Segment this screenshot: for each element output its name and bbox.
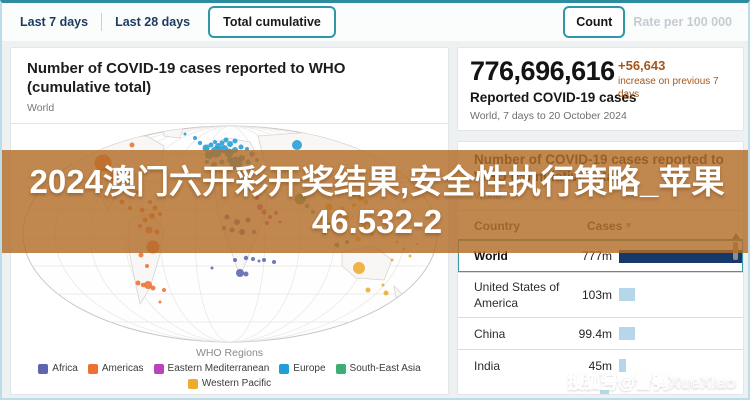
country-bubble[interactable]	[130, 143, 135, 148]
country-bubble[interactable]	[159, 301, 162, 304]
overlay-text-line1: 2024澳门六开彩开奖结果,安全性执行策略_苹果	[30, 162, 725, 202]
table-row[interactable]: China99.4m	[458, 317, 743, 349]
legend-swatch	[279, 364, 289, 374]
country-bubble[interactable]	[213, 140, 217, 144]
country-bubble[interactable]	[233, 139, 238, 144]
tab-last-28-days[interactable]: Last 28 days	[105, 8, 200, 36]
country-bubble[interactable]	[382, 284, 385, 287]
metric-rate-button[interactable]: Rate per 100 000	[625, 8, 740, 36]
legend-swatch	[38, 364, 48, 374]
cases-bar-track	[619, 288, 719, 301]
country-bubble[interactable]	[136, 281, 141, 286]
watermark-text: 搜狐号@雪鸮XueXiao	[567, 368, 736, 393]
map-card-title: Number of COVID-19 cases reported to WHO…	[27, 60, 432, 98]
country-bubble[interactable]	[353, 262, 365, 274]
metric-count-button[interactable]: Count	[563, 6, 625, 38]
country-bubble[interactable]	[272, 260, 276, 264]
legend-item-africa[interactable]: Africa	[38, 363, 78, 374]
country-bubble[interactable]	[198, 141, 202, 145]
country-bubble[interactable]	[366, 288, 371, 293]
legend-item-western-pacific[interactable]: Western Pacific	[188, 378, 271, 389]
toolbar: Last 7 days Last 28 days Total cumulativ…	[2, 3, 748, 41]
country-name: United States of America	[474, 273, 570, 317]
country-bubble[interactable]	[224, 138, 229, 143]
country-bubble[interactable]	[258, 260, 261, 263]
country-bubble[interactable]	[244, 272, 249, 277]
overlay-text-line2: 46.532-2	[312, 202, 442, 242]
country-bubble[interactable]	[220, 141, 225, 146]
legend-swatch	[336, 364, 346, 374]
delta-value: +56,643	[618, 58, 738, 73]
cases-bar	[619, 327, 635, 340]
country-name: India	[474, 352, 570, 380]
map-card-subtitle: World	[27, 102, 432, 114]
legend-item-americas[interactable]: Americas	[88, 363, 144, 374]
divider	[101, 13, 102, 31]
country-bubble[interactable]	[151, 286, 156, 291]
who-covid-dashboard: Last 7 days Last 28 days Total cumulativ…	[0, 0, 750, 400]
legend-row: Western Pacific	[11, 378, 448, 389]
country-name: China	[474, 320, 570, 348]
cases-bar	[619, 288, 635, 301]
legend-item-europe[interactable]: Europe	[279, 363, 325, 374]
legend-swatch	[154, 364, 164, 374]
legend-title: WHO Regions	[11, 347, 448, 359]
stats-card: 776,696,616 +56,643 increase on previous…	[457, 47, 744, 131]
delta-caption: increase on previous 7 days	[618, 75, 738, 101]
country-bubble[interactable]	[145, 264, 149, 268]
country-bubble[interactable]	[139, 253, 144, 258]
table-row[interactable]: United States of America103m	[458, 272, 743, 317]
country-bubble[interactable]	[292, 140, 302, 150]
country-bubble[interactable]	[162, 288, 166, 292]
delta-block: +56,643 increase on previous 7 days	[618, 58, 738, 101]
country-bubble[interactable]	[193, 136, 197, 140]
country-bubble[interactable]	[239, 145, 244, 150]
map-card-header: Number of COVID-19 cases reported to WHO…	[11, 48, 448, 124]
tab-last-7-days[interactable]: Last 7 days	[10, 8, 98, 36]
cases-value: 99.4m	[570, 327, 612, 341]
country-bubble[interactable]	[233, 258, 237, 262]
legend-item-south-east-asia[interactable]: South-East Asia	[336, 363, 421, 374]
overlay-banner: 2024澳门六开彩开奖结果,安全性执行策略_苹果 46.532-2	[2, 150, 750, 253]
country-bubble[interactable]	[209, 143, 214, 148]
country-bubble[interactable]	[227, 141, 233, 147]
cases-bar-track	[619, 327, 719, 340]
who-regions-legend: WHO Regions Africa Americas Eastern Medite…	[11, 347, 448, 389]
country-bubble[interactable]	[236, 269, 244, 277]
country-bubble[interactable]	[184, 133, 187, 136]
country-bubble[interactable]	[262, 258, 266, 262]
legend-row: Africa Americas Eastern Mediterranean Europ…	[11, 363, 448, 374]
country-bubble[interactable]	[211, 267, 214, 270]
country-bubble[interactable]	[409, 255, 412, 258]
stats-caption: World, 7 days to 20 October 2024	[470, 110, 731, 122]
table-body: World777mUnited States of America103mChi…	[458, 240, 743, 381]
legend-swatch	[188, 379, 198, 389]
cases-value: 103m	[570, 288, 612, 302]
tab-total-cumulative[interactable]: Total cumulative	[208, 6, 336, 38]
country-bubble[interactable]	[244, 256, 248, 260]
country-bubble[interactable]	[251, 257, 255, 261]
country-bubble[interactable]	[384, 291, 389, 296]
legend-item-eastern-mediterranean[interactable]: Eastern Mediterranean	[154, 363, 270, 374]
legend-swatch	[88, 364, 98, 374]
country-bubble[interactable]	[391, 259, 394, 262]
